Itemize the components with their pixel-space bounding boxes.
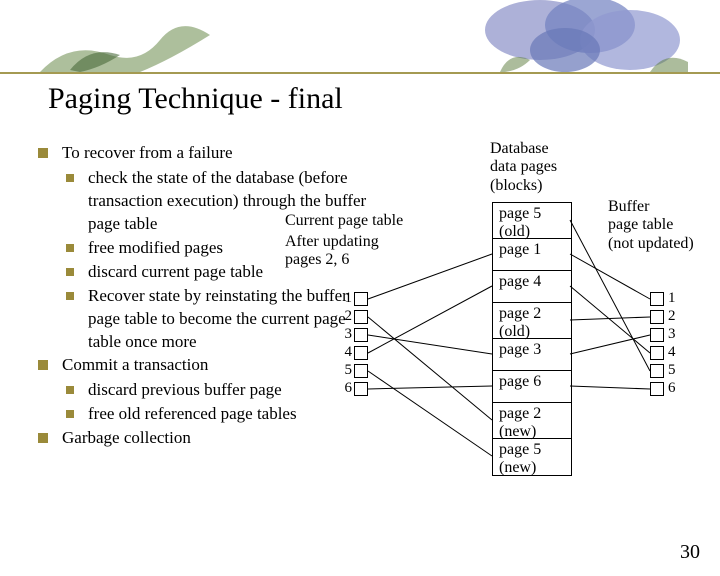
bullet-text: free old referenced page tables (88, 403, 297, 426)
bullet-icon (66, 386, 74, 394)
bullet-text: discard current page table (88, 261, 263, 284)
slide-decoration (0, 0, 720, 75)
bullet-icon (66, 174, 74, 182)
bullet-text: To recover from a failure (62, 142, 233, 165)
bullet-icon (38, 360, 48, 370)
bullet-icon (66, 410, 74, 418)
bullet-text: discard previous buffer page (88, 379, 282, 402)
bullet-icon (66, 244, 74, 252)
bullet-icon (38, 433, 48, 443)
slide-title: Paging Technique - final (48, 82, 343, 116)
diagram-lines (310, 140, 720, 540)
bullet-text: free modified pages (88, 237, 223, 260)
diagram: Database data pages (blocks) Buffer page… (310, 140, 720, 540)
slide-number: 30 (680, 541, 700, 564)
bullet-icon (38, 148, 48, 158)
bullet-icon (66, 268, 74, 276)
bullet-icon (66, 292, 74, 300)
bullet-text: Garbage collection (62, 427, 191, 450)
bullet-text: Commit a transaction (62, 354, 208, 377)
